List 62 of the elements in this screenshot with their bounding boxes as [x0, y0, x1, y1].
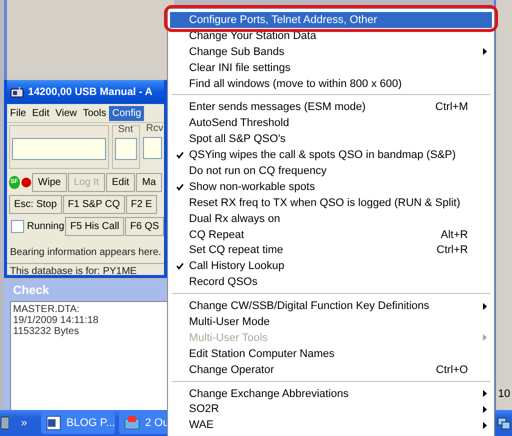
- menu-item[interactable]: CQ Repeat Alt+R: [170, 226, 492, 242]
- window-title: Check: [12, 283, 50, 299]
- shortcut-text: Ctrl+R: [436, 244, 468, 256]
- info-text: Bearing information appears here.: [9, 246, 162, 260]
- stop-light-icon: [20, 176, 32, 188]
- window-text: 10: [498, 388, 510, 400]
- shortcut-text: Ctrl+O: [436, 364, 468, 376]
- menu-item[interactable]: Edit Station Computer Names: [170, 346, 492, 362]
- menu-item[interactable]: File: [7, 106, 30, 120]
- text-line: MASTER.DTA:: [13, 304, 80, 315]
- rcv-field[interactable]: [143, 137, 162, 159]
- function-key-button[interactable]: F5 His Call: [65, 216, 124, 236]
- menu-item[interactable]: Change Operator Ctrl+O: [170, 362, 492, 378]
- document-icon: [46, 415, 62, 431]
- menu-item[interactable]: Enter sends messages (ESM mode) Ctrl+M: [170, 99, 492, 116]
- menu-item[interactable]: Multi-User Mode: [170, 314, 492, 330]
- network-icon[interactable]: [497, 416, 511, 430]
- menu-item[interactable]: Do not run on CQ frequency: [170, 163, 492, 179]
- app-icon[interactable]: [1, 416, 9, 430]
- checkbox[interactable]: [11, 220, 24, 232]
- menu-item[interactable]: AutoSend Threshold: [170, 115, 492, 132]
- function-key-button[interactable]: F6 QS: [125, 216, 164, 236]
- menu-item[interactable]: Configure Ports, Telnet Address, Other: [170, 12, 492, 28]
- toolbar-button[interactable]: Ma: [136, 172, 162, 192]
- toolbar-button[interactable]: Edit: [106, 172, 136, 192]
- snt-label: Snt: [118, 124, 134, 135]
- function-key-button[interactable]: F2 E: [126, 194, 157, 214]
- call-field[interactable]: [12, 138, 106, 160]
- menu-item[interactable]: View: [52, 106, 80, 120]
- function-key-button[interactable]: Esc: Stop: [9, 194, 62, 214]
- radio-icon: [10, 86, 24, 98]
- text-line: 1153232 Bytes: [13, 326, 80, 337]
- snt-field[interactable]: [115, 138, 137, 160]
- shortcut-text: Alt+R: [440, 228, 468, 241]
- menu-item[interactable]: QSYing wipes the call & spots QSO in bandmap (S&P): [170, 147, 492, 164]
- menu-item[interactable]: Edit: [29, 106, 52, 120]
- folder-icon: [124, 415, 140, 431]
- chevron[interactable]: »: [21, 417, 28, 429]
- menu-item[interactable]: Reset RX freq to TX when QSO is logged (RUN & Split): [170, 194, 492, 211]
- menu-item[interactable]: Clear INI file settings: [170, 60, 492, 76]
- function-key-button[interactable]: F1 S&P CQ: [62, 194, 125, 214]
- menu-item[interactable]: Spot all S&P QSO's: [170, 131, 492, 148]
- menu-item[interactable]: Tools: [80, 106, 110, 120]
- rcv-label: Rcv: [146, 123, 164, 134]
- menu-item[interactable]: Find all windows (move to within 800 x 600): [170, 76, 492, 92]
- menu-item[interactable]: Dual Rx always on: [170, 210, 492, 227]
- menu-item[interactable]: Record QSOs: [170, 274, 492, 290]
- menu-item[interactable]: Change Your Station Data: [170, 28, 492, 44]
- shortcut-text: Ctrl+M: [435, 101, 468, 114]
- status-bar: This database is for: PY1ME: [7, 263, 164, 275]
- toolbar-button[interactable]: Wipe: [32, 172, 67, 192]
- menu-item[interactable]: Change Exchange Abbreviations: [170, 386, 492, 402]
- menu-item[interactable]: Change CW/SSB/Digital Function Key Definitions: [170, 298, 492, 314]
- menu-item[interactable]: Set CQ repeat time Ctrl+R: [170, 242, 492, 258]
- window-title: 14200,00 USB Manual - A: [28, 86, 152, 98]
- text-line: 19/1/2009 14:11:18: [13, 315, 100, 326]
- menu-item[interactable]: Change Sub Bands: [170, 44, 492, 60]
- taskbar-button[interactable]: BLOG P...: [41, 412, 116, 434]
- checkbox-label: Running: [27, 220, 64, 232]
- menu-item[interactable]: Show non-workable spots: [170, 178, 492, 195]
- menu-item[interactable]: Call History Lookup: [170, 258, 492, 274]
- menu-item[interactable]: Config: [109, 106, 144, 120]
